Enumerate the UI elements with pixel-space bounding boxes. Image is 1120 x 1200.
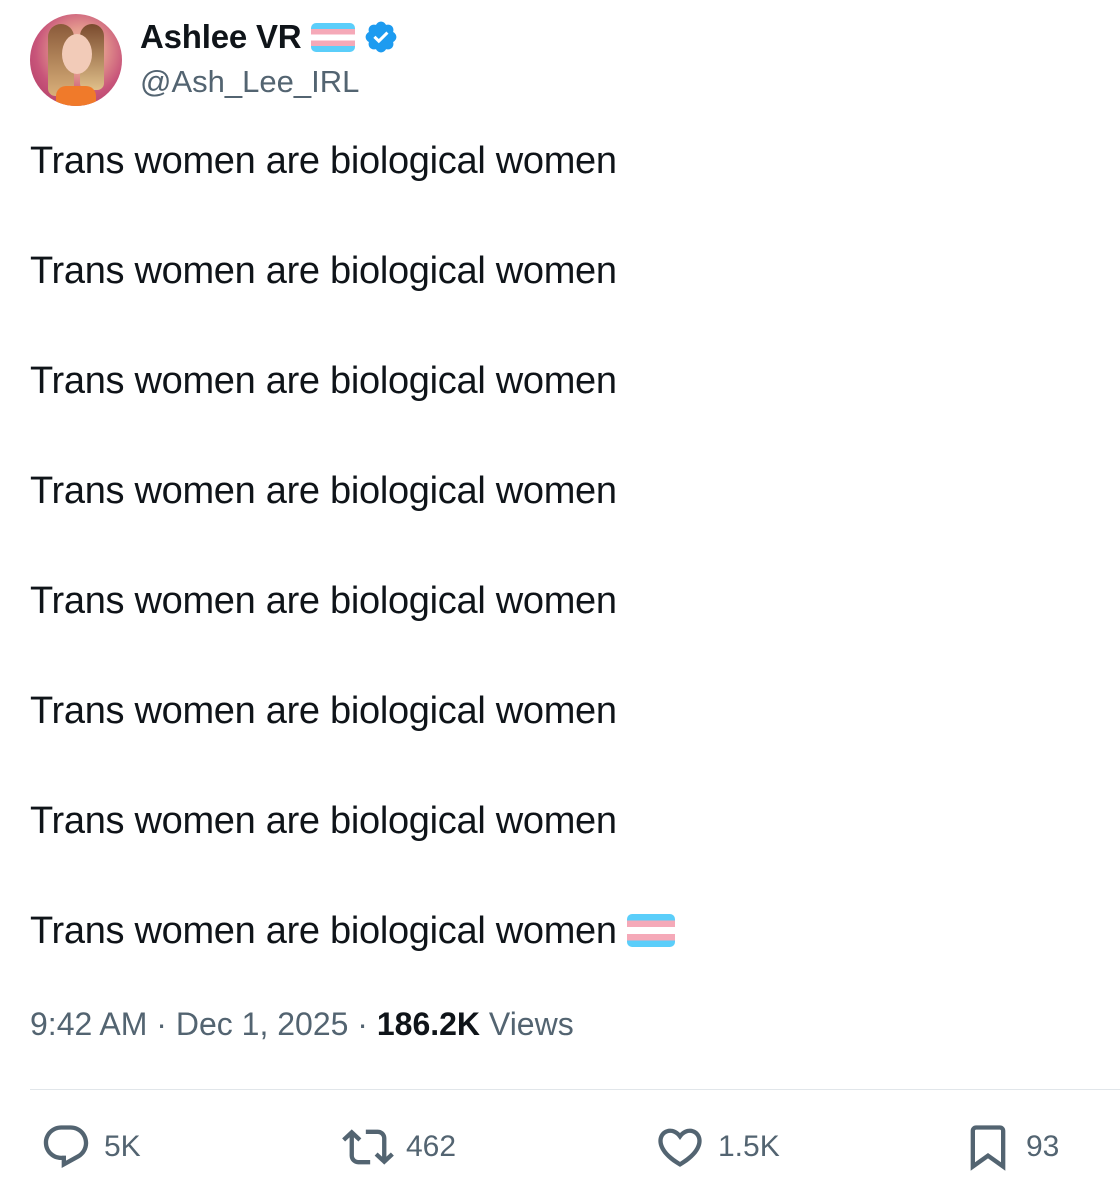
- tweet-text-line-last: Trans women are biological women: [30, 910, 675, 953]
- avatar-clothing: [56, 86, 96, 106]
- avatar-face: [62, 34, 92, 74]
- reply-button[interactable]: 5K: [40, 1120, 141, 1174]
- tweet-text-line: Trans women are biological women: [30, 250, 617, 292]
- meta-separator: ·: [357, 1006, 368, 1042]
- bookmark-button[interactable]: 93: [962, 1120, 1059, 1174]
- divider: [30, 1089, 1120, 1090]
- transgender-flag-icon: [626, 914, 675, 947]
- tweet-text-line: Trans women are biological women: [30, 580, 617, 622]
- heart-icon: [658, 1128, 702, 1167]
- views-label: Views: [488, 1006, 574, 1042]
- like-count: 1.5K: [718, 1130, 780, 1163]
- reply-count: 5K: [104, 1130, 141, 1163]
- like-button[interactable]: 1.5K: [654, 1120, 780, 1174]
- tweet-date[interactable]: Dec 1, 2025: [176, 1006, 349, 1042]
- verified-badge-icon[interactable]: [363, 19, 399, 55]
- author-handle[interactable]: @Ash_Lee_IRL: [140, 64, 359, 100]
- tweet-text-line: Trans women are biological women: [30, 800, 617, 842]
- meta-separator: ·: [156, 1006, 167, 1042]
- tweet-text-line: Trans women are biological women: [30, 470, 617, 512]
- tweet-text-line-last-text: Trans women are biological women: [30, 910, 617, 952]
- reply-icon: [43, 1125, 89, 1169]
- tweet-text-line: Trans women are biological women: [30, 690, 617, 732]
- views-count: 186.2K: [376, 1006, 481, 1042]
- repost-button[interactable]: 462: [342, 1120, 456, 1174]
- repost-count: 462: [406, 1130, 457, 1163]
- tweet: Ashlee VR @Ash_Lee_IRL Trans women are b…: [0, 0, 1120, 1200]
- bookmark-count: 93: [1026, 1130, 1060, 1163]
- tweet-text-line: Trans women are biological women: [30, 360, 617, 402]
- repost-icon: [342, 1129, 394, 1165]
- tweet-text-line: Trans women are biological women: [30, 140, 617, 182]
- tweet-meta: 9:42 AM · Dec 1, 2025 · 186.2K Views: [30, 1006, 574, 1043]
- bookmark-icon: [970, 1125, 1006, 1171]
- transgender-flag-icon: [311, 22, 356, 52]
- tweet-time[interactable]: 9:42 AM: [30, 1006, 147, 1042]
- avatar[interactable]: [30, 14, 122, 106]
- author-display-name[interactable]: Ashlee VR: [140, 18, 302, 56]
- author-name-row: Ashlee VR: [140, 16, 399, 58]
